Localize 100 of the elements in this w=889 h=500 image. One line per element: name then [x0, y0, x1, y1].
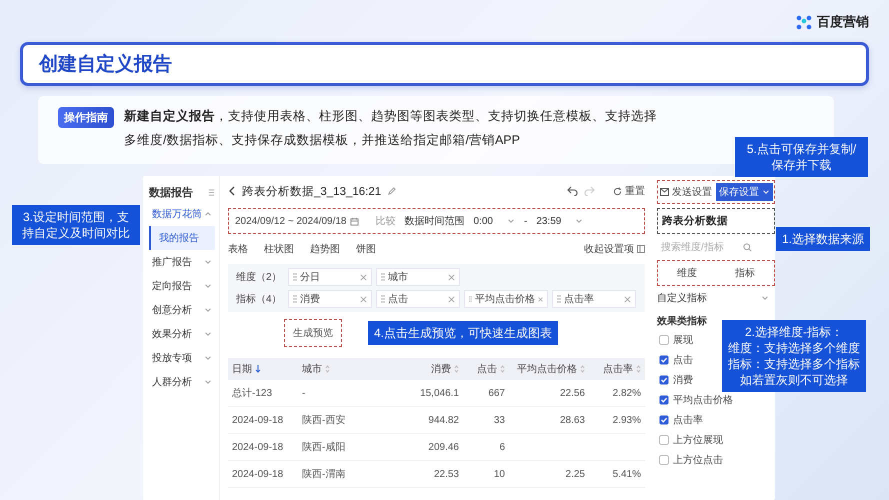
- column-header[interactable]: 日期: [228, 358, 298, 380]
- table-cell: 2.25: [509, 461, 589, 488]
- sidebar-item[interactable]: 我的报告: [149, 226, 215, 250]
- table-cell: 6: [463, 434, 509, 461]
- field-chip[interactable]: 点击率: [552, 290, 636, 308]
- chevron-icon: [761, 294, 769, 302]
- slide-title: 创建自定义报告: [39, 52, 172, 77]
- sidebar-item[interactable]: 人群分析: [149, 370, 215, 394]
- redo-icon[interactable]: [584, 186, 595, 196]
- table-cell: 陕西-咸阳: [298, 434, 405, 461]
- sidebar-item[interactable]: 定向报告: [149, 274, 215, 298]
- save-settings-button[interactable]: 保存设置: [716, 183, 773, 201]
- back-icon[interactable]: [228, 186, 236, 196]
- refresh-icon: [613, 186, 622, 196]
- collapse-icon[interactable]: [208, 188, 215, 196]
- callout-label: 5.点击可保存并复制/ 保存并下载: [735, 137, 868, 177]
- table-cell: 667: [463, 380, 509, 407]
- panel-icon: [637, 245, 645, 253]
- table-cell: 944.82: [405, 407, 463, 434]
- close-icon[interactable]: [448, 274, 455, 280]
- close-icon[interactable]: [538, 296, 543, 302]
- chart-type-tab[interactable]: 饼图: [356, 242, 376, 256]
- field-chip[interactable]: 消费: [288, 290, 372, 308]
- send-settings-button[interactable]: 发送设置: [660, 185, 712, 199]
- table-cell: 22.53: [405, 461, 463, 488]
- checkbox[interactable]: [659, 455, 669, 465]
- column-header[interactable]: 点击率: [589, 358, 645, 380]
- metric-label: 指标（4）: [236, 292, 283, 306]
- sidebar-title: 数据报告: [149, 186, 193, 200]
- time-range-label: 数据时间范围: [404, 214, 464, 228]
- callout-label: 1.选择数据来源: [776, 227, 870, 251]
- chart-type-tab[interactable]: 趋势图: [310, 242, 340, 256]
- table-cell: 28.63: [509, 407, 589, 434]
- sidebar-item[interactable]: 效果分析: [149, 322, 215, 346]
- table-cell: 22.56: [509, 380, 589, 407]
- sidebar-item[interactable]: 推广报告: [149, 250, 215, 274]
- table-cell: -: [298, 380, 405, 407]
- sidebar-item[interactable]: 投放专项: [149, 346, 215, 370]
- drag-handle-icon: [293, 273, 297, 281]
- undo-icon[interactable]: [567, 186, 578, 196]
- checkbox[interactable]: [659, 395, 669, 405]
- field-tab[interactable]: 维度: [671, 265, 703, 281]
- generate-preview-button[interactable]: 生成预览: [284, 319, 342, 347]
- table-cell: 2.82%: [589, 380, 645, 407]
- table-cell: 2024-09-18: [228, 434, 298, 461]
- time-select[interactable]: 23:59: [536, 216, 584, 226]
- metric-option[interactable]: 上方位点击: [673, 453, 723, 467]
- column-header[interactable]: 点击: [463, 358, 509, 380]
- checkbox[interactable]: [659, 375, 669, 385]
- data-source-selector[interactable]: 跨表分析数据: [657, 208, 775, 234]
- table-cell: 2024-09-18: [228, 461, 298, 488]
- guide-text: 新建自定义报告，支持使用表格、柱形图、趋势图等图表类型、支持切换任意模板、支持选择多维度/数据指标、支持保存成数据模板，并推送给指定邮箱/营销APP: [124, 108, 658, 149]
- callout-label: 3.设定时间范围，支 持自定义及时间对比: [12, 205, 140, 245]
- drag-handle-icon: [293, 295, 297, 303]
- date-range-picker[interactable]: 2024/09/12 ~ 2024/09/18: [235, 216, 358, 226]
- table-cell: 15,046.1: [405, 380, 463, 407]
- checkbox[interactable]: [659, 335, 669, 345]
- chart-type-tab[interactable]: 柱状图: [264, 242, 294, 256]
- time-select[interactable]: 0:00: [474, 216, 515, 226]
- column-header[interactable]: 消费: [405, 358, 463, 380]
- search-icon: [743, 242, 752, 252]
- table-cell: 陕西-西安: [298, 407, 405, 434]
- drag-handle-icon: [381, 295, 385, 303]
- metric-option[interactable]: 点击率: [673, 413, 703, 427]
- field-chip[interactable]: 分日: [288, 268, 372, 286]
- chevron-icon: [506, 217, 515, 225]
- metric-option[interactable]: 上方位展现: [673, 433, 723, 447]
- column-header[interactable]: 平均点击价格: [509, 358, 589, 380]
- field-chip[interactable]: 平均点击价格: [464, 290, 548, 308]
- column-header[interactable]: 城市: [298, 358, 405, 380]
- guide-badge: 操作指南: [58, 107, 114, 128]
- metric-option[interactable]: 点击: [673, 353, 693, 367]
- close-icon[interactable]: [360, 274, 367, 280]
- callout-label: 2.选择维度-指标： 维度：支持选择多个维度 指标：支持选择多个指标 如若置灰则不可选择: [722, 320, 866, 392]
- reset-button[interactable]: 重置: [613, 184, 645, 198]
- chevron-icon: [575, 217, 584, 225]
- checkbox[interactable]: [659, 355, 669, 365]
- sidebar-item[interactable]: 创意分析: [149, 298, 215, 322]
- close-icon[interactable]: [624, 296, 631, 302]
- dimension-label: 维度（2）: [236, 270, 283, 284]
- field-chip[interactable]: 城市: [376, 268, 460, 286]
- table-cell: 陕西-渭南: [298, 461, 405, 488]
- edit-icon[interactable]: [387, 186, 396, 196]
- metric-option[interactable]: 消费: [673, 373, 693, 387]
- collapse-settings-button[interactable]: 收起设置项: [584, 242, 645, 256]
- checkbox[interactable]: [659, 415, 669, 425]
- close-icon[interactable]: [360, 296, 367, 302]
- checkbox[interactable]: [659, 435, 669, 445]
- group-title[interactable]: 自定义指标: [657, 291, 707, 305]
- chart-type-tab[interactable]: 表格: [228, 242, 248, 256]
- close-icon[interactable]: [448, 296, 455, 302]
- table-cell: 209.46: [405, 434, 463, 461]
- drag-handle-icon: [381, 273, 385, 281]
- metric-option[interactable]: 平均点击价格: [673, 393, 733, 407]
- field-tab[interactable]: 指标: [729, 265, 761, 281]
- logo-text: 百度营销: [817, 13, 869, 31]
- sidebar-item[interactable]: 数据万花筒: [149, 202, 215, 226]
- field-chip[interactable]: 点击: [376, 290, 460, 308]
- metric-option[interactable]: 展现: [673, 333, 693, 347]
- table-cell: 10: [463, 461, 509, 488]
